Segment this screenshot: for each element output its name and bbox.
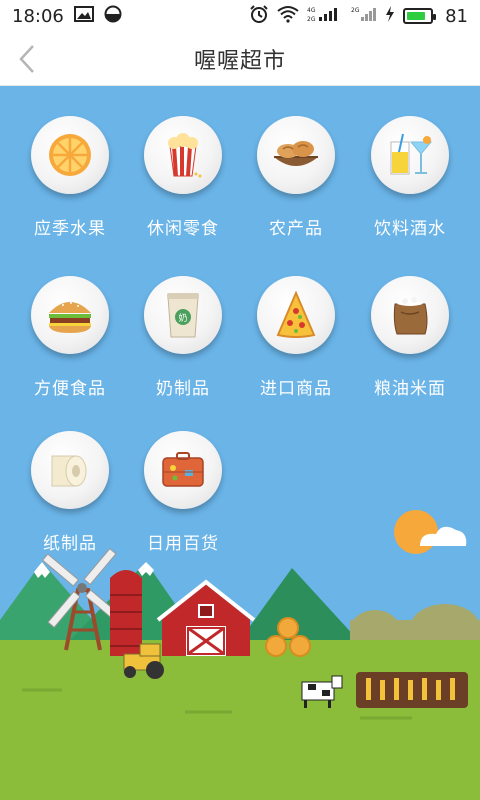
image-icon: [73, 5, 94, 27]
category-label: 日用百货: [147, 534, 219, 554]
category-item-snacks[interactable]: 休闲零食: [123, 116, 243, 239]
popcorn-icon: [144, 116, 222, 194]
rice-sack-icon: [371, 276, 449, 354]
svg-text:2G: 2G: [307, 16, 316, 23]
suitcase-icon: [144, 431, 222, 509]
category-label: 农产品: [269, 219, 323, 239]
svg-text:奶: 奶: [178, 312, 187, 324]
back-button[interactable]: [10, 42, 44, 76]
category-item-paper-products[interactable]: 纸制品: [10, 431, 130, 554]
wifi-icon: [277, 5, 299, 28]
title-bar: 喔喔超市: [0, 32, 480, 86]
category-label: 应季水果: [34, 219, 106, 239]
category-label: 进口商品: [260, 379, 332, 399]
battery-percent: 81: [445, 5, 468, 27]
signal-2g-icon: 2G: [351, 5, 377, 28]
category-label: 方便食品: [34, 379, 106, 399]
drinks-icon: [371, 116, 449, 194]
category-item-seasonal-fruit[interactable]: 应季水果: [10, 116, 130, 239]
category-label: 粮油米面: [374, 379, 446, 399]
category-item-daily-goods[interactable]: 日用百货: [123, 431, 243, 554]
status-time: 18:06: [12, 5, 64, 27]
chevron-left-icon: [19, 45, 34, 73]
data-saver-icon: [104, 5, 122, 28]
sun-icon: [394, 510, 438, 554]
tissue-roll-icon: [31, 431, 109, 509]
category-item-dairy[interactable]: 奶 奶制品: [123, 276, 243, 399]
category-label: 纸制品: [43, 534, 97, 554]
svg-text:2G: 2G: [351, 7, 360, 14]
battery-icon: [403, 8, 437, 24]
category-item-imported[interactable]: 进口商品: [236, 276, 356, 399]
signal-4g-icon: 4G 2G: [307, 5, 343, 28]
charging-icon: [385, 5, 395, 28]
page-title: 喔喔超市: [193, 48, 286, 74]
category-label: 饮料酒水: [374, 219, 446, 239]
alarm-icon: [249, 4, 269, 29]
category-label: 奶制品: [156, 379, 210, 399]
orange-slice-icon: [31, 116, 109, 194]
category-item-instant-food[interactable]: 方便食品: [10, 276, 130, 399]
burger-icon: [31, 276, 109, 354]
svg-text:4G: 4G: [307, 7, 316, 14]
category-label: 休闲零食: [147, 219, 219, 239]
category-item-grain-oil[interactable]: 粮油米面: [350, 276, 470, 399]
category-item-drinks[interactable]: 饮料酒水: [350, 116, 470, 239]
category-item-farm-products[interactable]: 农产品: [236, 116, 356, 239]
pizza-icon: [257, 276, 335, 354]
bread-basket-icon: [257, 116, 335, 194]
milk-cup-icon: 奶: [144, 276, 222, 354]
status-bar: 18:06 4G 2G 2G 81: [0, 0, 480, 32]
